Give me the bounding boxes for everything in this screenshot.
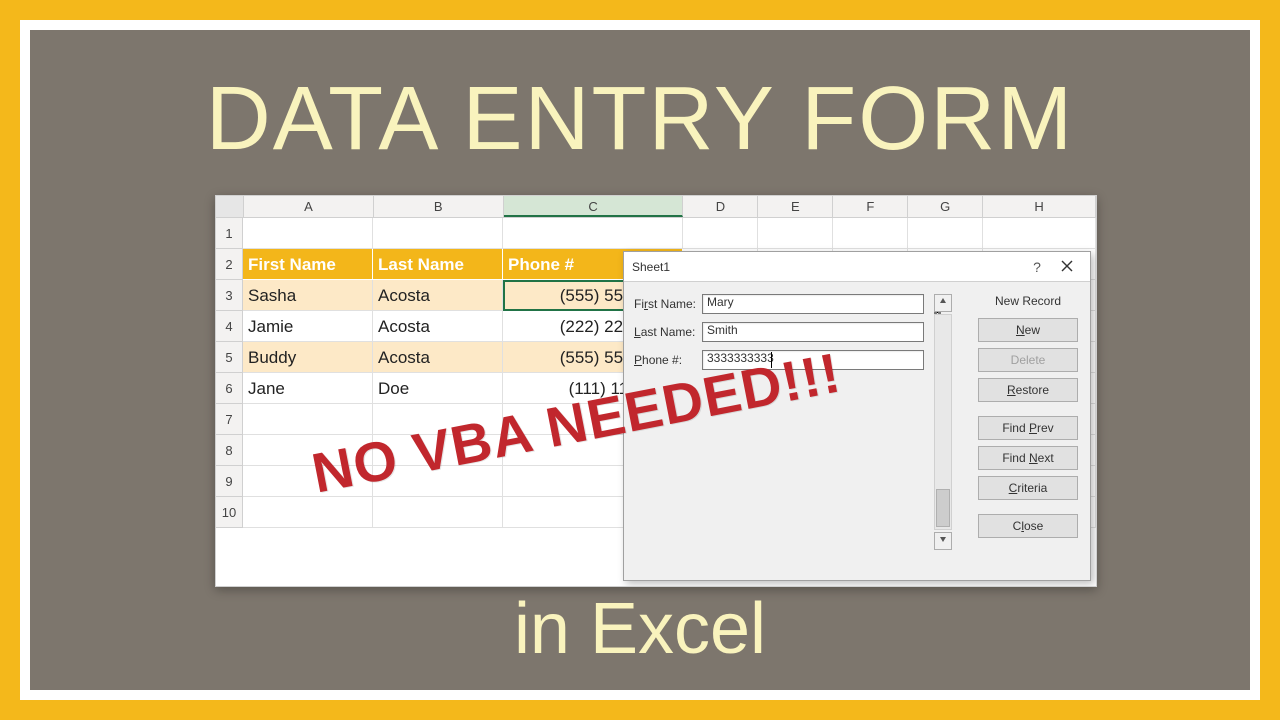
row-header-1[interactable]: 1: [216, 218, 243, 249]
cell[interactable]: [758, 218, 833, 249]
field-label: Last Name:: [634, 325, 702, 339]
column-header-g[interactable]: G: [908, 196, 983, 217]
record-scrollbar[interactable]: [934, 294, 952, 564]
row-header-9[interactable]: 9: [216, 466, 243, 497]
outer-frame: DATA ENTRY FORM ABCDEFGH 12345678910 Fir…: [20, 20, 1260, 700]
column-headers: ABCDEFGH: [216, 196, 1096, 218]
cell[interactable]: [908, 218, 983, 249]
cell[interactable]: [833, 218, 908, 249]
row-header-4[interactable]: 4: [216, 311, 243, 342]
grid-row: [243, 218, 1096, 249]
cell[interactable]: Doe: [373, 373, 503, 404]
dialog-title: Sheet1: [632, 260, 1022, 274]
cell[interactable]: [243, 497, 373, 528]
row-header-3[interactable]: 3: [216, 280, 243, 311]
close-button[interactable]: Close: [978, 514, 1078, 538]
cell[interactable]: First Name: [243, 249, 373, 280]
inner-frame: DATA ENTRY FORM ABCDEFGH 12345678910 Fir…: [30, 30, 1250, 690]
cell[interactable]: [683, 218, 758, 249]
cell[interactable]: Acosta: [373, 280, 503, 311]
first-input[interactable]: Mary: [702, 294, 924, 314]
new-button[interactable]: New: [978, 318, 1078, 342]
page-subtitle: in Excel: [30, 588, 1250, 670]
cell[interactable]: Jane: [243, 373, 373, 404]
column-header-a[interactable]: A: [244, 196, 374, 217]
cell[interactable]: Jamie: [243, 311, 373, 342]
row-header-7[interactable]: 7: [216, 404, 243, 435]
last-input[interactable]: Smith: [702, 322, 924, 342]
field-label: First Name:: [634, 297, 702, 311]
row-header-6[interactable]: 6: [216, 373, 243, 404]
select-all-corner[interactable]: [216, 196, 244, 217]
criteria-button[interactable]: Criteria: [978, 476, 1078, 500]
column-header-h[interactable]: H: [983, 196, 1096, 217]
column-header-c[interactable]: C: [504, 196, 684, 217]
page-title: DATA ENTRY FORM: [30, 68, 1250, 171]
dialog-titlebar[interactable]: Sheet1 ?: [624, 252, 1090, 282]
row-header-2[interactable]: 2: [216, 249, 243, 280]
row-header-8[interactable]: 8: [216, 435, 243, 466]
find-next-button[interactable]: Find Next: [978, 446, 1078, 470]
record-status: New Record: [978, 294, 1078, 308]
cell[interactable]: [373, 218, 503, 249]
close-icon[interactable]: [1052, 259, 1082, 275]
row-headers: 12345678910: [216, 218, 243, 528]
row-header-10[interactable]: 10: [216, 497, 243, 528]
column-header-b[interactable]: B: [374, 196, 504, 217]
scroll-up-icon[interactable]: [934, 294, 952, 312]
cell[interactable]: [373, 497, 503, 528]
cell[interactable]: [243, 404, 373, 435]
row-header-5[interactable]: 5: [216, 342, 243, 373]
cell[interactable]: [503, 218, 683, 249]
cell[interactable]: Acosta: [373, 311, 503, 342]
delete-button[interactable]: Delete: [978, 348, 1078, 372]
field-label: Phone #:: [634, 353, 702, 367]
column-header-f[interactable]: F: [833, 196, 908, 217]
scroll-thumb[interactable]: [936, 489, 950, 527]
field-row-first: First Name:Mary: [634, 294, 924, 314]
scroll-track[interactable]: [934, 314, 952, 530]
restore-button[interactable]: Restore: [978, 378, 1078, 402]
column-header-e[interactable]: E: [758, 196, 833, 217]
find-prev-button[interactable]: Find Prev: [978, 416, 1078, 440]
scroll-down-icon[interactable]: [934, 532, 952, 550]
button-column: New Record New Delete Restore Find Prev Find…: [978, 294, 1078, 544]
field-row-last: Last Name:Smith: [634, 322, 924, 342]
cell[interactable]: Sasha: [243, 280, 373, 311]
help-icon[interactable]: ?: [1022, 259, 1052, 275]
cell[interactable]: Last Name: [373, 249, 503, 280]
column-header-d[interactable]: D: [683, 196, 758, 217]
cell[interactable]: Buddy: [243, 342, 373, 373]
cell[interactable]: [983, 218, 1096, 249]
cell[interactable]: Acosta: [373, 342, 503, 373]
cell[interactable]: [243, 218, 373, 249]
